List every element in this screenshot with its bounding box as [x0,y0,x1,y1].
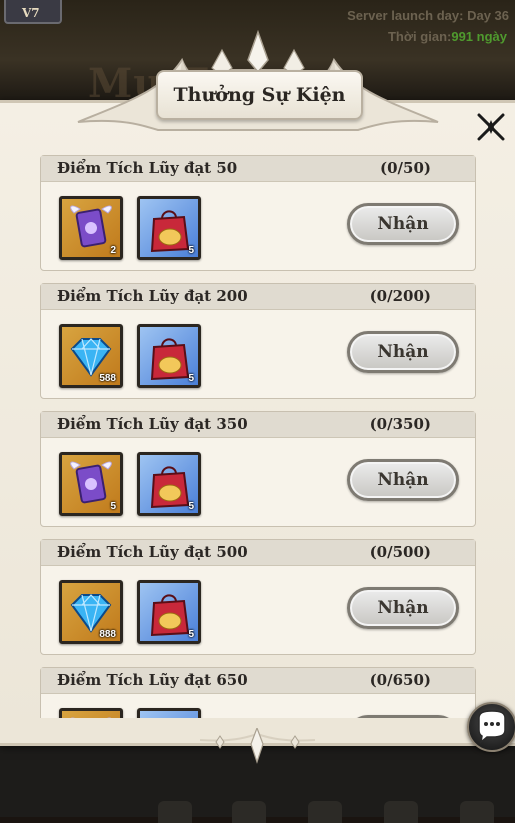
reward-card-header: Điểm Tích Lũy đạt 500 (0/500) [41,540,475,566]
reward-progress: (0/200) [369,287,431,305]
reward-item-gift-bag[interactable]: 5 [137,196,201,260]
bottom-nav-icon[interactable] [158,801,192,823]
reward-card: Điểm Tích Lũy đạt 50 (0/50) 2 5 Nhận [40,155,476,271]
reward-progress: (0/350) [369,415,431,433]
close-button[interactable] [474,110,508,144]
gift-bag-icon [140,711,198,718]
claim-button-label: Nhận [377,214,429,234]
reward-item-winged-card[interactable]: 2 [59,196,123,260]
claim-button-label: Nhận [377,470,429,490]
reward-card: Điểm Tích Lũy đạt 500 (0/500) 888 5 Nhận [40,539,476,655]
panel-bottom-ornament [200,728,315,764]
reward-item-gift-bag[interactable]: 5 [137,580,201,644]
claim-button[interactable]: Nhận [347,459,459,501]
reward-list[interactable]: Điểm Tích Lũy đạt 50 (0/50) 2 5 Nhận Điể… [40,155,476,718]
chat-button[interactable] [467,702,515,752]
claim-button[interactable]: Nhận [347,331,459,373]
claim-button-label: Nhận [377,342,429,362]
reward-item-diamond[interactable]: 588 [59,324,123,388]
reward-progress: (0/650) [369,671,431,689]
reward-card-header: Điểm Tích Lũy đạt 200 (0/200) [41,284,475,310]
reward-item-winged-card[interactable] [59,708,123,718]
reward-threshold-title: Điểm Tích Lũy đạt 350 [57,415,248,433]
reward-progress: (0/50) [380,159,431,177]
reward-item-winged-card[interactable]: 5 [59,452,123,516]
chat-bubble-icon [478,710,506,744]
reward-item-gift-bag[interactable] [137,708,201,718]
winged-card-icon [70,717,112,718]
reward-item-gift-bag[interactable]: 5 [137,452,201,516]
item-count: 5 [188,373,194,384]
bottom-nav-icon[interactable] [308,801,342,823]
item-count: 888 [99,629,116,640]
bottom-nav-icon[interactable] [460,801,494,823]
reward-card-header: Điểm Tích Lũy đạt 650 (0/650) [41,668,475,694]
reward-progress: (0/500) [369,543,431,561]
reward-threshold-title: Điểm Tích Lũy đạt 650 [57,671,248,689]
bottom-nav-icon[interactable] [384,801,418,823]
reward-card: Điểm Tích Lũy đạt 350 (0/350) 5 5 Nhận [40,411,476,527]
reward-card: Điểm Tích Lũy đạt 650 (0/650) [40,667,476,718]
time-value: 991 ngày [451,29,507,44]
claim-button[interactable] [347,715,459,718]
item-count: 2 [110,245,116,256]
item-count: 5 [188,629,194,640]
claim-button[interactable]: Nhận [347,587,459,629]
panel-title: Thưởng Sự Kiện [173,84,346,106]
reward-card-header: Điểm Tích Lũy đạt 350 (0/350) [41,412,475,438]
bottom-nav-icon[interactable] [232,801,266,823]
reward-card-header: Điểm Tích Lũy đạt 50 (0/50) [41,156,475,182]
claim-button-label: Nhận [377,598,429,618]
reward-threshold-title: Điểm Tích Lũy đạt 50 [57,159,238,177]
reward-threshold-title: Điểm Tích Lũy đạt 500 [57,543,248,561]
vip-badge: V7 [22,6,40,20]
server-launch-text: Server launch day: Day 36 [347,8,509,23]
reward-card: Điểm Tích Lũy đạt 200 (0/200) 588 5 Nhận [40,283,476,399]
reward-item-gift-bag[interactable]: 5 [137,324,201,388]
item-count: 588 [99,373,116,384]
reward-item-diamond[interactable]: 888 [59,580,123,644]
reward-threshold-title: Điểm Tích Lũy đạt 200 [57,287,248,305]
item-count: 5 [188,501,194,512]
claim-button[interactable]: Nhận [347,203,459,245]
item-count: 5 [188,245,194,256]
panel-title-plate: Thưởng Sự Kiện [156,70,363,120]
item-count: 5 [110,501,116,512]
close-icon [477,113,505,141]
